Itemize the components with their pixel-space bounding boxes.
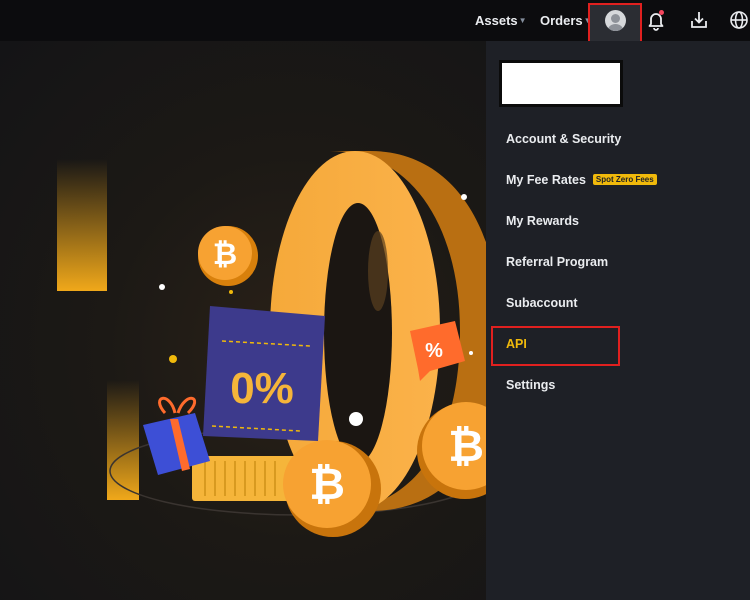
nav-orders-label: Orders <box>540 13 583 28</box>
glow-bar <box>107 380 139 500</box>
svg-text:₿: ₿ <box>213 237 237 272</box>
svg-text:₿: ₿ <box>448 421 484 472</box>
menu-item-label: Referral Program <box>506 255 609 269</box>
bitcoin-coin-icon: ₿ <box>198 226 258 286</box>
user-dropdown-menu: Account & Security My Fee Rates Spot Zero… <box>486 41 750 600</box>
menu-item-label: Account & Security <box>506 132 622 146</box>
menu-item-label: My Fee Rates <box>506 173 586 187</box>
menu-item-rewards[interactable]: My Rewards <box>506 214 579 228</box>
menu-item-label: Settings <box>506 378 556 392</box>
download-icon[interactable] <box>688 9 710 31</box>
gift-box <box>143 396 210 475</box>
redacted-username <box>499 60 623 107</box>
menu-item-label: My Rewards <box>506 214 579 228</box>
zero-percent-text: 0% <box>230 364 294 413</box>
menu-item-referral-program[interactable]: Referral Program <box>506 255 608 269</box>
menu-item-account-security[interactable]: Account & Security <box>506 132 621 146</box>
menu-item-fee-rates[interactable]: My Fee Rates Spot Zero Fees <box>506 173 657 187</box>
promo-illustration: 0 0% % <box>57 151 486 537</box>
user-icon <box>605 10 626 31</box>
menu-item-subaccount[interactable]: Subaccount <box>506 296 578 310</box>
globe-icon[interactable] <box>728 9 750 31</box>
notification-dot <box>659 10 664 15</box>
promo-banner: 0 0% % <box>0 41 486 600</box>
percent-tag-text: % <box>425 340 443 362</box>
nav-assets-label: Assets <box>475 13 518 28</box>
nav-orders[interactable]: Orders▼ <box>540 13 592 28</box>
spot-zero-fees-badge: Spot Zero Fees <box>592 174 657 185</box>
glow-bar <box>57 159 107 291</box>
bitcoin-coin-icon: ₿ <box>283 440 381 537</box>
top-navigation-bar: Assets▼ Orders▼ <box>0 0 750 56</box>
menu-item-api[interactable]: API <box>506 337 527 351</box>
menu-item-label: Subaccount <box>506 296 578 310</box>
svg-text:₿: ₿ <box>309 459 345 510</box>
caret-down-icon: ▼ <box>518 16 527 25</box>
nav-assets[interactable]: Assets▼ <box>475 13 527 28</box>
menu-item-label: API <box>506 337 527 351</box>
menu-item-settings[interactable]: Settings <box>506 378 555 392</box>
